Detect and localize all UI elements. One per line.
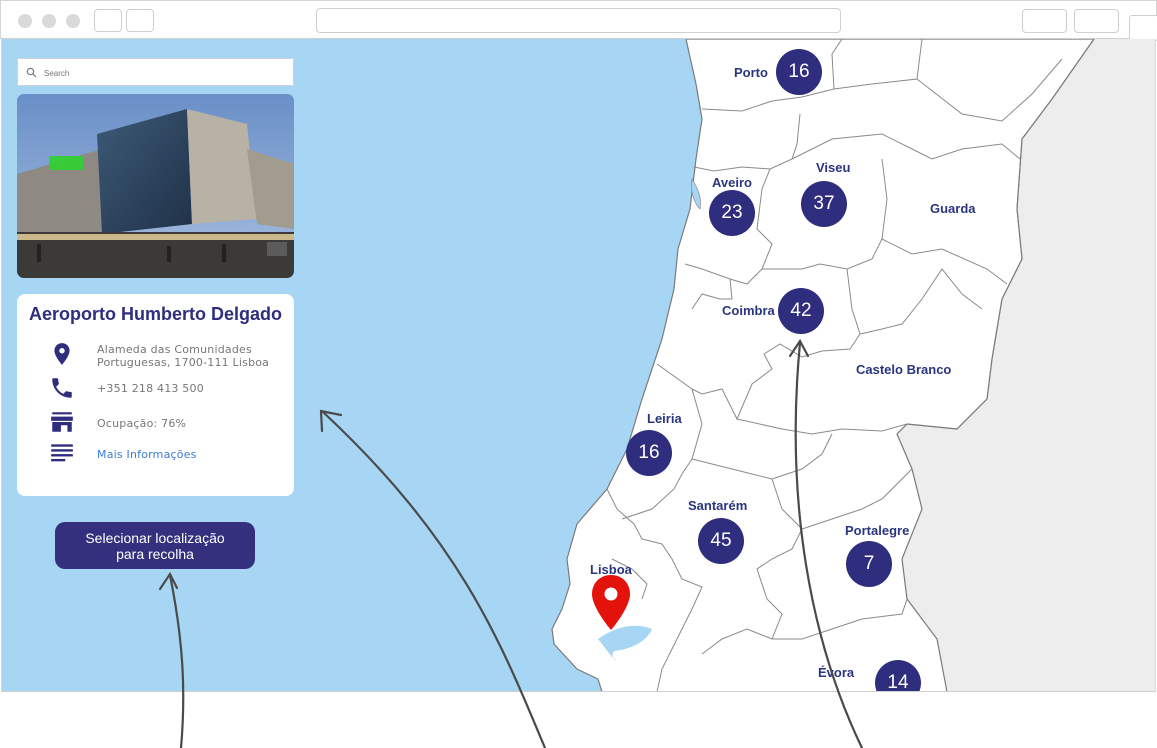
address-line-1: Alameda das Comunidades [97, 343, 252, 356]
search-icon [26, 67, 37, 78]
window-close-dot[interactable] [18, 14, 32, 28]
cluster-marker-porto[interactable]: 16 [776, 49, 822, 95]
location-info-card: Aeroporto Humberto Delgado Alameda das C… [17, 294, 294, 496]
store-icon [51, 412, 73, 432]
district-label-leiria: Leiria [647, 411, 682, 426]
back-button[interactable] [94, 9, 122, 32]
browser-chrome [0, 0, 1157, 41]
select-button-line-1: Selecionar localização [85, 529, 225, 546]
location-marker-icon[interactable] [591, 575, 631, 631]
cluster-marker-portalegre[interactable]: 7 [846, 541, 892, 587]
location-address: Alameda das Comunidades Portuguesas, 170… [97, 343, 269, 369]
address-line-2: Portuguesas, 1700-111 Lisboa [97, 356, 270, 369]
district-label-santarem: Santarém [688, 498, 748, 513]
select-pickup-location-button[interactable]: Selecionar localização para recolha [55, 522, 255, 569]
cluster-marker-aveiro[interactable]: 23 [709, 190, 755, 236]
cluster-marker-santarem[interactable]: 45 [698, 518, 744, 564]
cluster-marker-viseu[interactable]: 37 [801, 181, 847, 227]
forward-button[interactable] [126, 9, 154, 32]
location-occupancy: Ocupação: 76% [97, 417, 187, 430]
cluster-marker-leiria[interactable]: 16 [626, 430, 672, 476]
phone-icon [52, 378, 72, 398]
search-input[interactable] [42, 63, 286, 83]
browser-menu-button[interactable] [1074, 9, 1119, 33]
search-box[interactable] [17, 58, 294, 86]
browser-action-button[interactable] [1022, 9, 1067, 33]
cluster-marker-coimbra[interactable]: 42 [778, 288, 824, 334]
more-info-link[interactable]: Mais Informações [97, 448, 197, 461]
location-phone: +351 218 413 500 [97, 382, 204, 395]
district-label-porto: Porto [734, 65, 768, 80]
map-pin-icon [54, 343, 70, 365]
district-label-coimbra: Coimbra [722, 303, 775, 318]
location-photo [17, 94, 294, 278]
address-bar[interactable] [316, 8, 841, 33]
notes-icon [51, 444, 73, 462]
location-name: Aeroporto Humberto Delgado [28, 304, 282, 324]
district-label-castelo-branco: Castelo Branco [856, 362, 952, 377]
district-label-evora: Évora [818, 665, 855, 680]
district-label-portalegre: Portalegre [845, 523, 910, 538]
district-label-aveiro: Aveiro [712, 175, 752, 190]
district-label-viseu: Viseu [816, 160, 851, 175]
district-label-guarda: Guarda [930, 201, 976, 216]
browser-extra-button[interactable] [1129, 15, 1157, 41]
window-minimize-dot[interactable] [42, 14, 56, 28]
select-button-line-2: para recolha [116, 545, 194, 562]
app-viewport: Porto Aveiro Viseu Guarda Coimbra Castel… [1, 39, 1156, 692]
window-maximize-dot[interactable] [66, 14, 80, 28]
